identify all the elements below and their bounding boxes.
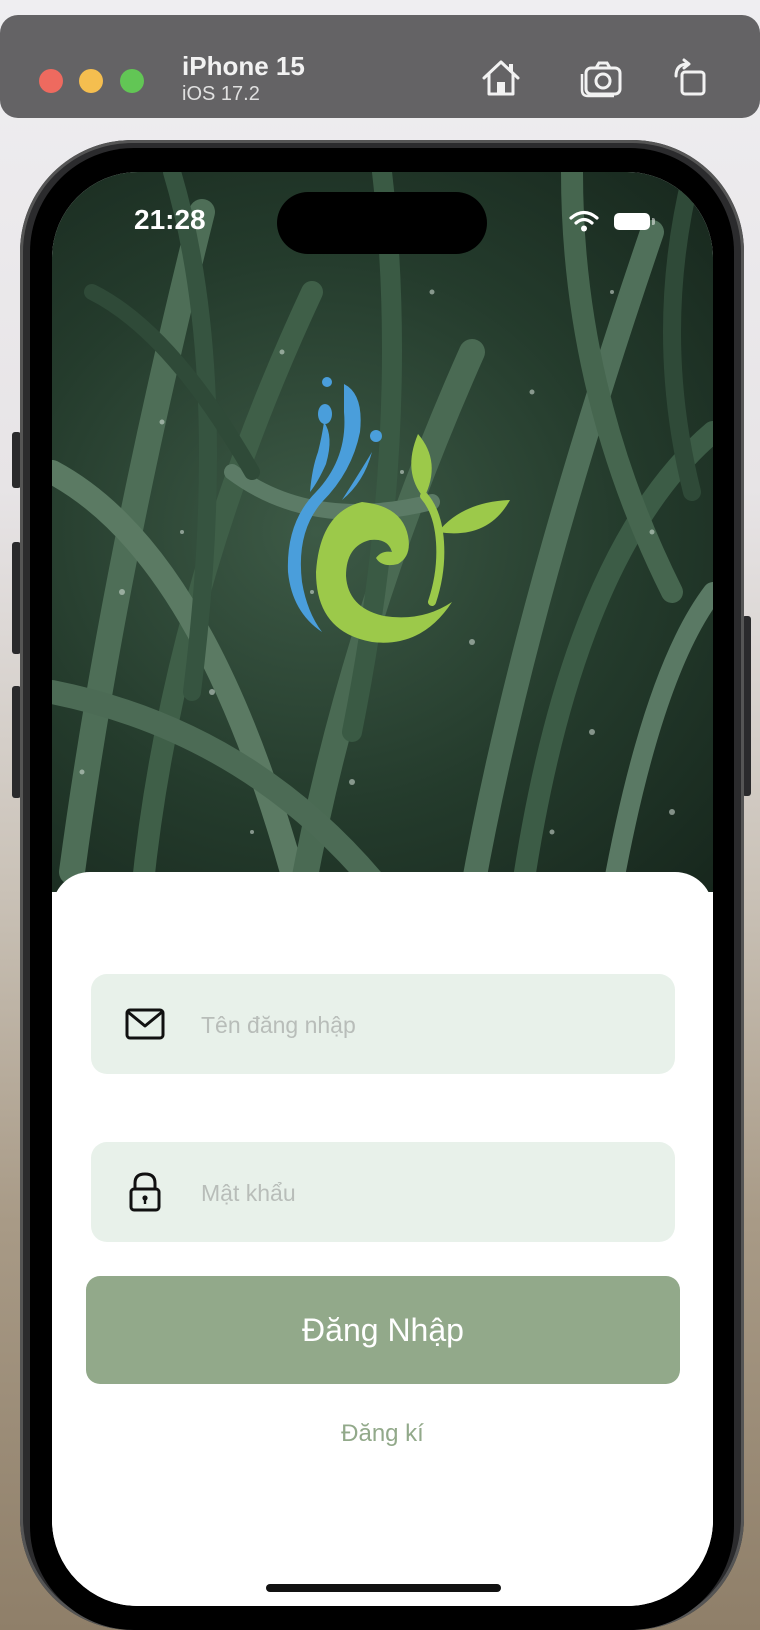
home-indicator[interactable]: [266, 1584, 501, 1592]
status-time: 21:28: [134, 204, 206, 235]
password-input[interactable]: [199, 1142, 663, 1244]
login-card: Đăng Nhập Đăng kí: [52, 872, 713, 1606]
login-button[interactable]: Đăng Nhập: [86, 1276, 680, 1384]
rotate-icon[interactable]: [670, 58, 710, 103]
screenshot-icon[interactable]: [578, 58, 624, 103]
register-link[interactable]: Đăng kí: [52, 1420, 713, 1448]
simulator-toolbar: iPhone 15 iOS 17.2: [0, 15, 760, 118]
device-name: iPhone 15: [182, 51, 305, 81]
home-icon[interactable]: [480, 58, 522, 103]
username-input[interactable]: [199, 974, 663, 1076]
dynamic-island: [277, 192, 487, 254]
battery-icon: [614, 213, 655, 230]
app-logo: [252, 372, 512, 677]
phone-screen: 21:28 Tên đăng nhập Đăng Nhập Đăng kí: [52, 172, 713, 1606]
username-field[interactable]: [91, 974, 675, 1076]
device-os-version: iOS 17.2: [182, 83, 260, 105]
wifi-icon: [569, 210, 599, 237]
zoom-window-button[interactable]: [120, 69, 144, 93]
minimize-window-button[interactable]: [79, 69, 103, 93]
lock-icon: [125, 1172, 165, 1217]
mail-icon: [125, 1004, 165, 1049]
close-window-button[interactable]: [39, 69, 63, 93]
password-field[interactable]: [91, 1142, 675, 1244]
